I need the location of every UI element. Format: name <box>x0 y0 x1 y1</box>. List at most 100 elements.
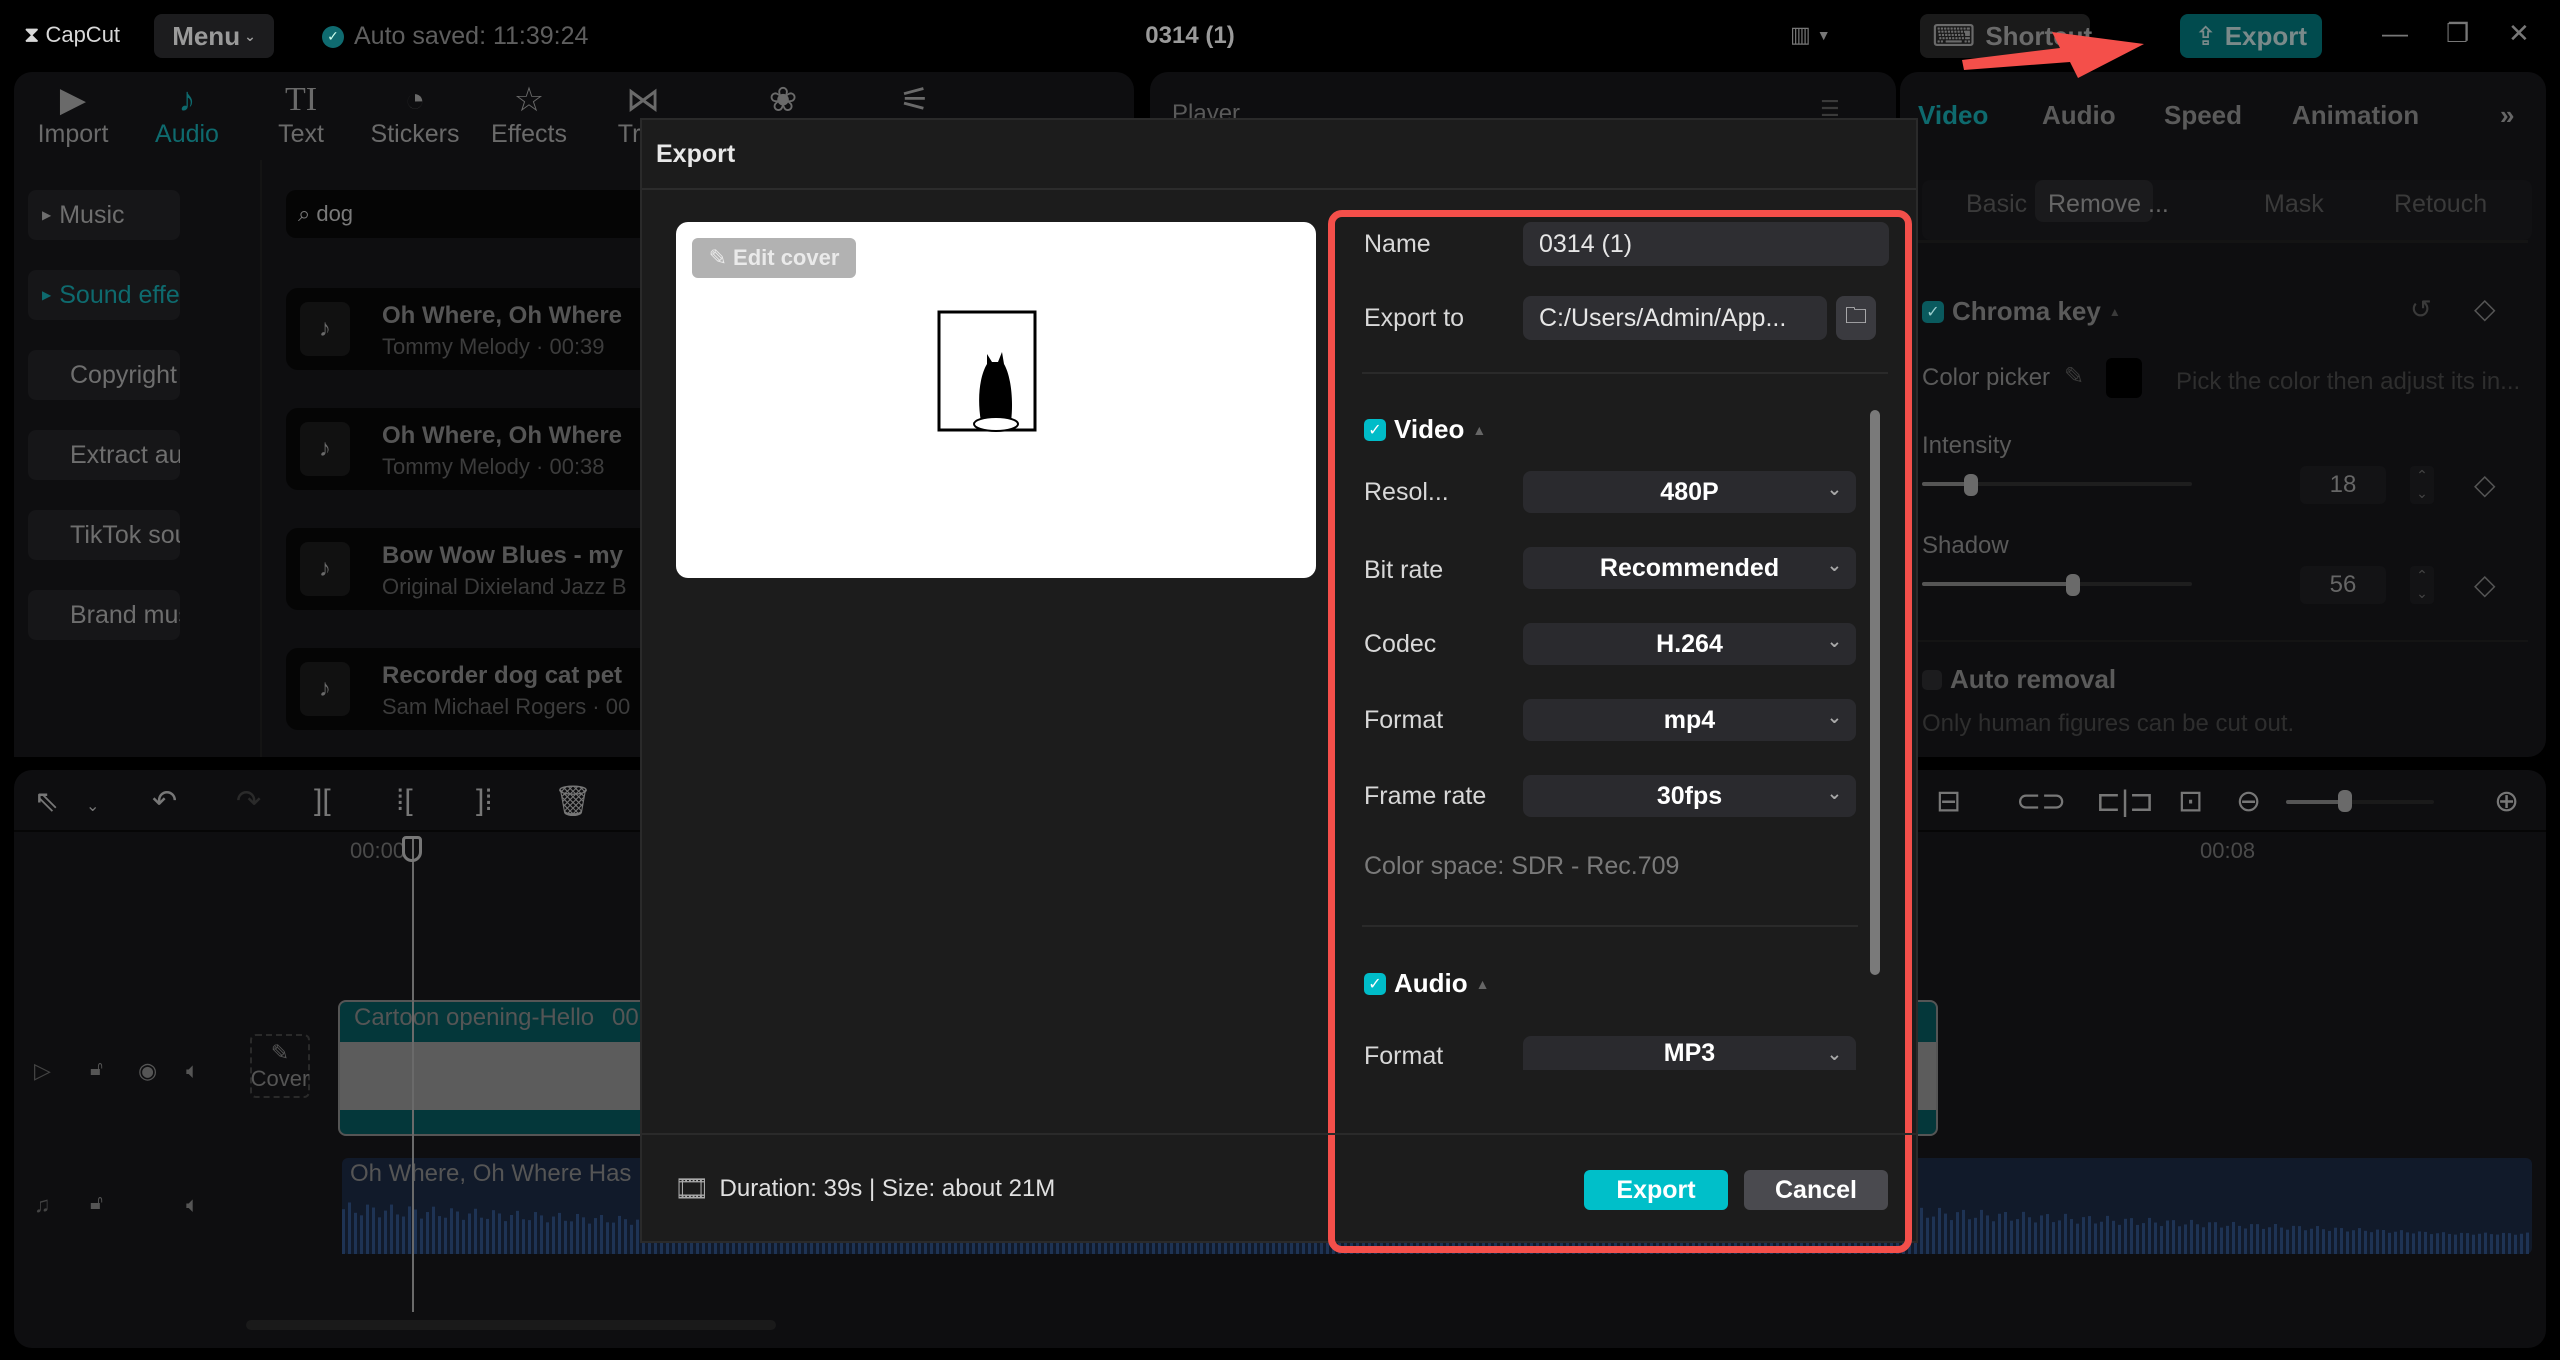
volume-icon[interactable]: 🔈︎ <box>186 1192 199 1218</box>
sidebar-item-brand-music[interactable]: Brand music <box>28 590 180 640</box>
audio-result-item[interactable]: ♪ Bow Wow Blues - my Original Dixieland … <box>286 528 686 610</box>
waveform-bar <box>2184 1224 2187 1254</box>
video-checkbox[interactable]: ✓ <box>1364 418 1386 441</box>
audio-section-header[interactable]: ✓ Audio ▲ <box>1364 968 1490 999</box>
tab-import[interactable]: ▶ Import <box>18 80 128 149</box>
more-tabs-icon[interactable]: » <box>2500 100 2514 131</box>
name-input[interactable]: 0314 (1) <box>1523 222 1889 266</box>
keyframe-icon[interactable]: ◇ <box>2474 568 2496 601</box>
lock-icon[interactable]: 🔓︎ <box>90 1058 103 1081</box>
sidebar-item-tiktok-sounds[interactable]: TikTok soun... <box>28 510 180 560</box>
tab-stickers[interactable]: ◔ Stickers <box>360 80 470 149</box>
waveform-bar <box>2082 1217 2085 1254</box>
eye-icon[interactable]: ◉ <box>138 1058 157 1084</box>
bitrate-select[interactable]: Recommended ⌄ <box>1523 547 1856 589</box>
auto-removal-checkbox[interactable] <box>1922 669 1942 690</box>
timeline-scrollbar[interactable] <box>246 1320 776 1330</box>
shadow-stepper[interactable]: ⌃ ⌄ <box>2410 566 2434 604</box>
timeline-zoom-knob[interactable] <box>2338 790 2353 812</box>
waveform-bar <box>426 1212 429 1254</box>
intensity-slider-knob[interactable] <box>1963 474 1978 496</box>
browse-folder-button[interactable]: 🗀 <box>1836 296 1876 340</box>
search-icon: ⌕ <box>298 201 311 226</box>
reset-icon[interactable]: ↺ <box>2410 294 2432 325</box>
waveform-bar <box>2280 1227 2283 1254</box>
codec-select[interactable]: H.264 ⌄ <box>1523 623 1856 665</box>
tab-text[interactable]: TI Text <box>246 80 356 149</box>
export-button[interactable]: Export <box>1584 1170 1728 1210</box>
keyframe-icon[interactable]: ◇ <box>2474 468 2496 501</box>
sidebar-item-music[interactable]: ▶ Music <box>28 190 180 240</box>
chevron-down-icon: ⌄ <box>1826 479 1842 499</box>
delete-icon[interactable]: 🗑 <box>554 784 592 819</box>
export-top-button[interactable]: ⇪ Export <box>2180 14 2322 58</box>
eyedropper-icon[interactable]: ✎ <box>2064 362 2084 391</box>
chroma-key-checkbox[interactable]: ✓ <box>1922 300 1944 323</box>
sidebar-item-sound-effects[interactable]: ▶Sound effe... <box>28 270 180 320</box>
split-right-icon[interactable]: ]⁞ <box>476 784 493 818</box>
select-tool-icon[interactable]: ⇖ <box>34 784 59 819</box>
video-format-select[interactable]: mp4 ⌄ <box>1523 699 1856 741</box>
preview-axis-icon[interactable]: ⊏|⊐ <box>2096 784 2154 819</box>
tab-speed[interactable]: Speed <box>2164 100 2242 131</box>
shadow-slider-knob[interactable] <box>2066 574 2081 596</box>
edit-cover-button[interactable]: ✎ Edit cover <box>692 238 856 278</box>
waveform-bar <box>402 1216 405 1254</box>
audio-format-select[interactable]: MP3 ⌄ <box>1523 1036 1856 1070</box>
waveform-bar <box>2070 1219 2073 1254</box>
layout-button[interactable]: ▥ ▼ <box>1790 22 1831 48</box>
tab-animation[interactable]: Animation <box>2292 100 2419 131</box>
tab-audio-props[interactable]: Audio <box>2042 100 2116 131</box>
playhead-handle[interactable] <box>402 836 422 862</box>
cover-button[interactable]: ✎ Cover <box>250 1034 310 1098</box>
link-icon[interactable]: ⊂⊃ <box>2016 784 2066 819</box>
volume-icon[interactable]: 🔈︎ <box>186 1058 199 1084</box>
intensity-input[interactable]: 18 <box>2300 466 2386 504</box>
split-icon[interactable]: ][ <box>314 784 331 818</box>
waveform-bar <box>2226 1225 2229 1254</box>
keyframe-icon[interactable]: ◇ <box>2474 292 2496 325</box>
audio-checkbox[interactable]: ✓ <box>1364 972 1386 995</box>
auto-removal-section: Auto removal <box>1922 664 2116 695</box>
tab-effects[interactable]: ☆ Effects <box>474 80 584 149</box>
zoom-in-icon[interactable]: ⊕ <box>2494 784 2519 819</box>
color-swatch[interactable] <box>2106 358 2142 398</box>
subtab-mask[interactable]: Mask <box>2264 190 2324 219</box>
undo-icon[interactable]: ↶ <box>152 784 177 819</box>
tab-video[interactable]: Video <box>1918 100 1988 131</box>
tab-filters[interactable]: ❀ <box>728 80 838 120</box>
intensity-stepper[interactable]: ⌃ ⌄ <box>2410 466 2434 504</box>
fit-timeline-icon[interactable]: ⊡ <box>2178 784 2203 819</box>
subtab-basic[interactable]: Basic <box>1966 190 2027 219</box>
audio-result-item[interactable]: ♪ Recorder dog cat pet Sam Michael Roger… <box>286 648 686 730</box>
playhead[interactable] <box>412 836 414 1312</box>
subtab-retouch[interactable]: Retouch <box>2394 190 2487 219</box>
close-icon[interactable]: ✕ <box>2508 18 2530 49</box>
magnet-icon[interactable]: ⊟ <box>1936 784 1961 819</box>
audio-result-item[interactable]: ♪ Oh Where, Oh Where Tommy Melody · 00:3… <box>286 408 686 490</box>
video-section-header[interactable]: ✓ Video ▲ <box>1364 414 1486 445</box>
framerate-select[interactable]: 30fps ⌄ <box>1523 775 1856 817</box>
project-title[interactable]: 0314 (1) <box>1100 22 1280 50</box>
cancel-button[interactable]: Cancel <box>1744 1170 1888 1210</box>
tab-audio[interactable]: ♪ Audio <box>132 80 242 149</box>
split-left-icon[interactable]: ⁞[ <box>396 784 413 818</box>
autosave-status: ✓ Auto saved: 11:39:24 <box>322 22 588 51</box>
menu-button[interactable]: Menu ⌄ <box>154 14 274 58</box>
subtab-remove-bg[interactable]: Remove ... <box>2048 190 2169 219</box>
zoom-out-icon[interactable]: ⊖ <box>2236 784 2261 819</box>
tab-adjustment[interactable]: ⚟ <box>860 80 970 120</box>
lock-icon[interactable]: 🔓︎ <box>90 1192 103 1215</box>
export-path-input[interactable]: C:/Users/Admin/App... <box>1523 296 1827 340</box>
resolution-select[interactable]: 480P ⌄ <box>1523 471 1856 513</box>
chevron-down-icon[interactable]: ⌄ <box>86 796 99 816</box>
audio-search-input[interactable]: ⌕ dog <box>286 190 686 238</box>
settings-scrollbar[interactable] <box>1870 410 1880 975</box>
sidebar-item-copyright[interactable]: Copyright <box>28 350 180 400</box>
waveform-bar <box>2178 1226 2181 1254</box>
restore-icon[interactable]: ❐ <box>2446 18 2469 49</box>
minimize-icon[interactable]: — <box>2382 18 2408 49</box>
sidebar-item-extract-audio[interactable]: Extract audio <box>28 430 180 480</box>
shadow-input[interactable]: 56 <box>2300 566 2386 604</box>
audio-result-item[interactable]: ♪ Oh Where, Oh Where Tommy Melody · 00:3… <box>286 288 686 370</box>
